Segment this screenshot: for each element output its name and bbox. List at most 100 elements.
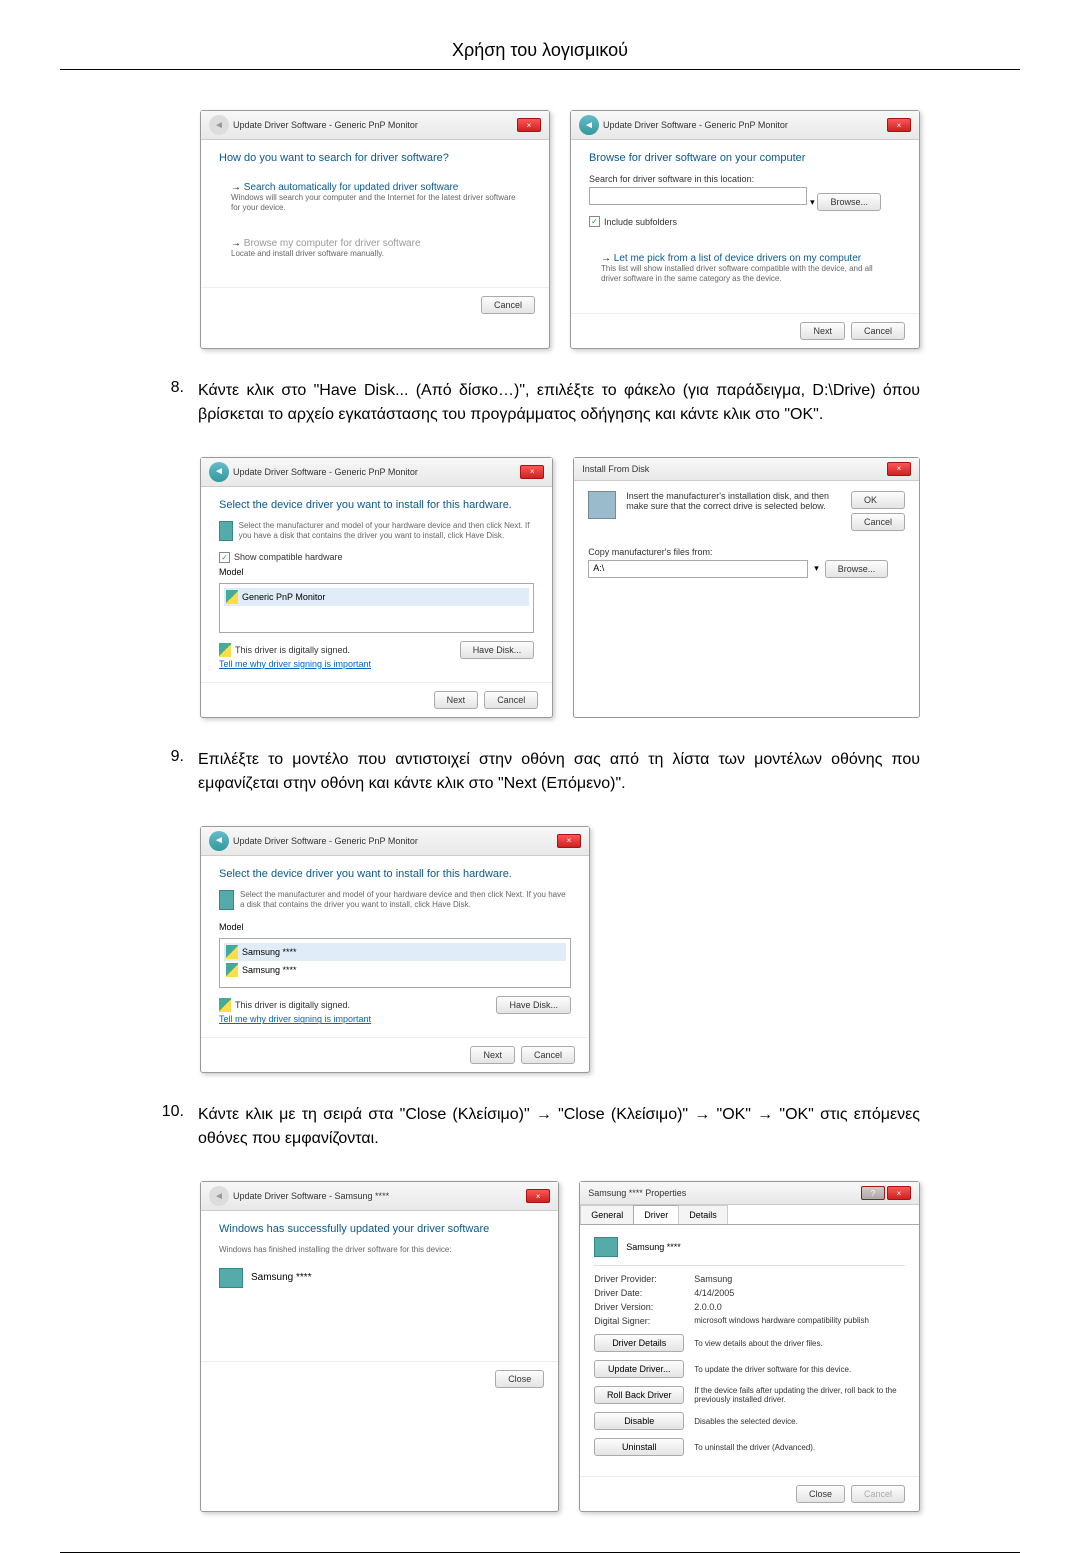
have-disk-button[interactable]: Have Disk... <box>460 641 535 659</box>
list-item[interactable]: Samsung **** <box>224 961 566 979</box>
dialog-header: ◄ Update Driver Software - Generic PnP M… <box>201 111 549 140</box>
cancel-button[interactable]: Cancel <box>851 322 905 340</box>
info-label: Driver Version: <box>594 1302 684 1312</box>
option-label: Search automatically for updated driver … <box>244 182 459 193</box>
close-icon: × <box>517 118 541 132</box>
success-desc: Windows has finished installing the driv… <box>219 1245 540 1255</box>
next-button[interactable]: Next <box>800 322 845 340</box>
back-icon[interactable]: ◄ <box>209 462 229 482</box>
step-9-images: ◄ Update Driver Software - Generic PnP M… <box>200 826 920 1074</box>
close-button[interactable]: Close <box>495 1370 544 1388</box>
shield-icon <box>219 998 231 1012</box>
model-list[interactable]: Generic PnP Monitor <box>219 583 534 633</box>
tab-details[interactable]: Details <box>678 1205 728 1224</box>
dialog-search-method: ◄ Update Driver Software - Generic PnP M… <box>200 110 550 349</box>
step-9: 9. Επιλέξτε το μοντέλο που αντιστοιχεί σ… <box>160 748 920 796</box>
back-icon[interactable]: ◄ <box>209 831 229 851</box>
model-list[interactable]: Samsung **** Samsung **** <box>219 938 571 988</box>
have-disk-button[interactable]: Have Disk... <box>496 996 571 1014</box>
page-header: Χρήση του λογισμικού <box>60 40 1020 61</box>
step-text: Επιλέξτε το μοντέλο που αντιστοιχεί στην… <box>198 748 920 796</box>
dialog-header: ◄ Update Driver Software - Generic PnP M… <box>201 458 552 487</box>
tabs: General Driver Details <box>580 1205 919 1225</box>
tab-driver[interactable]: Driver <box>633 1205 679 1224</box>
input-label: Search for driver software in this locat… <box>589 174 901 184</box>
next-button[interactable]: Next <box>434 691 479 709</box>
header-divider <box>60 69 1020 70</box>
step-10: 10. Κάντε κλικ με τη σειρά στα "Close (Κ… <box>160 1103 920 1151</box>
ok-button[interactable]: OK <box>851 491 905 509</box>
list-item-label: Generic PnP Monitor <box>242 592 325 602</box>
option-desc: Locate and install driver software manua… <box>231 249 519 259</box>
path-input[interactable] <box>589 187 807 205</box>
compat-checkbox[interactable]: ✓ <box>219 552 230 563</box>
tab-general[interactable]: General <box>580 1205 634 1224</box>
dialog-heading: Select the device driver you want to ins… <box>219 868 571 880</box>
floppy-icon <box>588 491 616 519</box>
step-number: 8. <box>160 379 184 427</box>
option-label: Browse my computer for driver software <box>244 238 421 249</box>
close-icon: × <box>887 462 911 476</box>
list-item[interactable]: Generic PnP Monitor <box>224 588 529 606</box>
close-icon: × <box>887 118 911 132</box>
dialog-select-driver: ◄ Update Driver Software - Generic PnP M… <box>200 457 553 718</box>
checkbox-label: Show compatible hardware <box>234 552 343 562</box>
browse-option[interactable]: → Browse my computer for driver software… <box>219 230 531 267</box>
model-label: Model <box>219 567 534 577</box>
dialog-select-model: ◄ Update Driver Software - Generic PnP M… <box>200 826 590 1074</box>
info-value: Samsung <box>694 1274 732 1284</box>
path-input[interactable]: A:\ <box>588 560 808 578</box>
signing-link[interactable]: Tell me why driver signing is important <box>219 1014 371 1024</box>
cancel-button[interactable]: Cancel <box>484 691 538 709</box>
step-number: 10. <box>160 1103 184 1151</box>
back-icon: ◄ <box>209 1186 229 1206</box>
monitor-icon <box>219 521 233 541</box>
include-checkbox[interactable]: ✓ <box>589 216 600 227</box>
shield-icon <box>226 945 238 959</box>
shield-icon <box>226 963 238 977</box>
signing-link[interactable]: Tell me why driver signing is important <box>219 659 371 669</box>
dialog-title: Update Driver Software - Samsung **** <box>233 1191 389 1201</box>
step-number: 9. <box>160 748 184 796</box>
dialog-heading: Select the device driver you want to ins… <box>219 499 534 511</box>
list-item[interactable]: Samsung **** <box>224 943 566 961</box>
dialog-properties: Samsung **** Properties ? × General Driv… <box>579 1181 920 1512</box>
action-desc: To uninstall the driver (Advanced). <box>694 1443 905 1452</box>
disable-button[interactable]: Disable <box>594 1412 684 1430</box>
action-desc: Disables the selected device. <box>694 1417 905 1426</box>
model-label: Model <box>219 922 571 932</box>
cancel-button: Cancel <box>851 1485 905 1503</box>
cancel-button[interactable]: Cancel <box>521 1046 575 1064</box>
monitor-icon <box>594 1237 618 1257</box>
action-desc: To update the driver software for this d… <box>694 1365 905 1374</box>
update-driver-button[interactable]: Update Driver... <box>594 1360 684 1378</box>
dialog-title: Update Driver Software - Generic PnP Mon… <box>233 836 418 846</box>
cancel-button[interactable]: Cancel <box>851 513 905 531</box>
close-icon: × <box>526 1189 550 1203</box>
monitor-icon <box>219 890 234 910</box>
back-icon[interactable]: ◄ <box>579 115 599 135</box>
dialog-title: Update Driver Software - Generic PnP Mon… <box>233 120 418 130</box>
dialog-header: ◄ Update Driver Software - Samsung **** … <box>201 1182 558 1211</box>
uninstall-button[interactable]: Uninstall <box>594 1438 684 1456</box>
dialog-heading: Browse for driver software on your compu… <box>589 152 901 164</box>
install-text: Insert the manufacturer's installation d… <box>626 491 841 511</box>
dialog-success: ◄ Update Driver Software - Samsung **** … <box>200 1181 559 1512</box>
close-button[interactable]: Close <box>796 1485 845 1503</box>
pick-list-option[interactable]: → Let me pick from a list of device driv… <box>589 245 901 293</box>
monitor-icon <box>219 1268 243 1288</box>
browse-button[interactable]: Browse... <box>825 560 889 578</box>
dialog-header: ◄ Update Driver Software - Generic PnP M… <box>571 111 919 140</box>
cancel-button[interactable]: Cancel <box>481 296 535 314</box>
close-icon: × <box>520 465 544 479</box>
driver-details-button[interactable]: Driver Details <box>594 1334 684 1352</box>
dialog-question: How do you want to search for driver sof… <box>219 152 531 164</box>
rollback-button[interactable]: Roll Back Driver <box>594 1386 684 1404</box>
dialog-browse: ◄ Update Driver Software - Generic PnP M… <box>570 110 920 349</box>
browse-button[interactable]: Browse... <box>817 193 881 211</box>
copy-label: Copy manufacturer's files from: <box>588 547 905 557</box>
step-text: Κάντε κλικ με τη σειρά στα "Close (Κλείσ… <box>198 1103 920 1151</box>
shield-icon <box>219 643 231 657</box>
search-auto-option[interactable]: → Search automatically for updated drive… <box>219 174 531 222</box>
next-button[interactable]: Next <box>470 1046 515 1064</box>
